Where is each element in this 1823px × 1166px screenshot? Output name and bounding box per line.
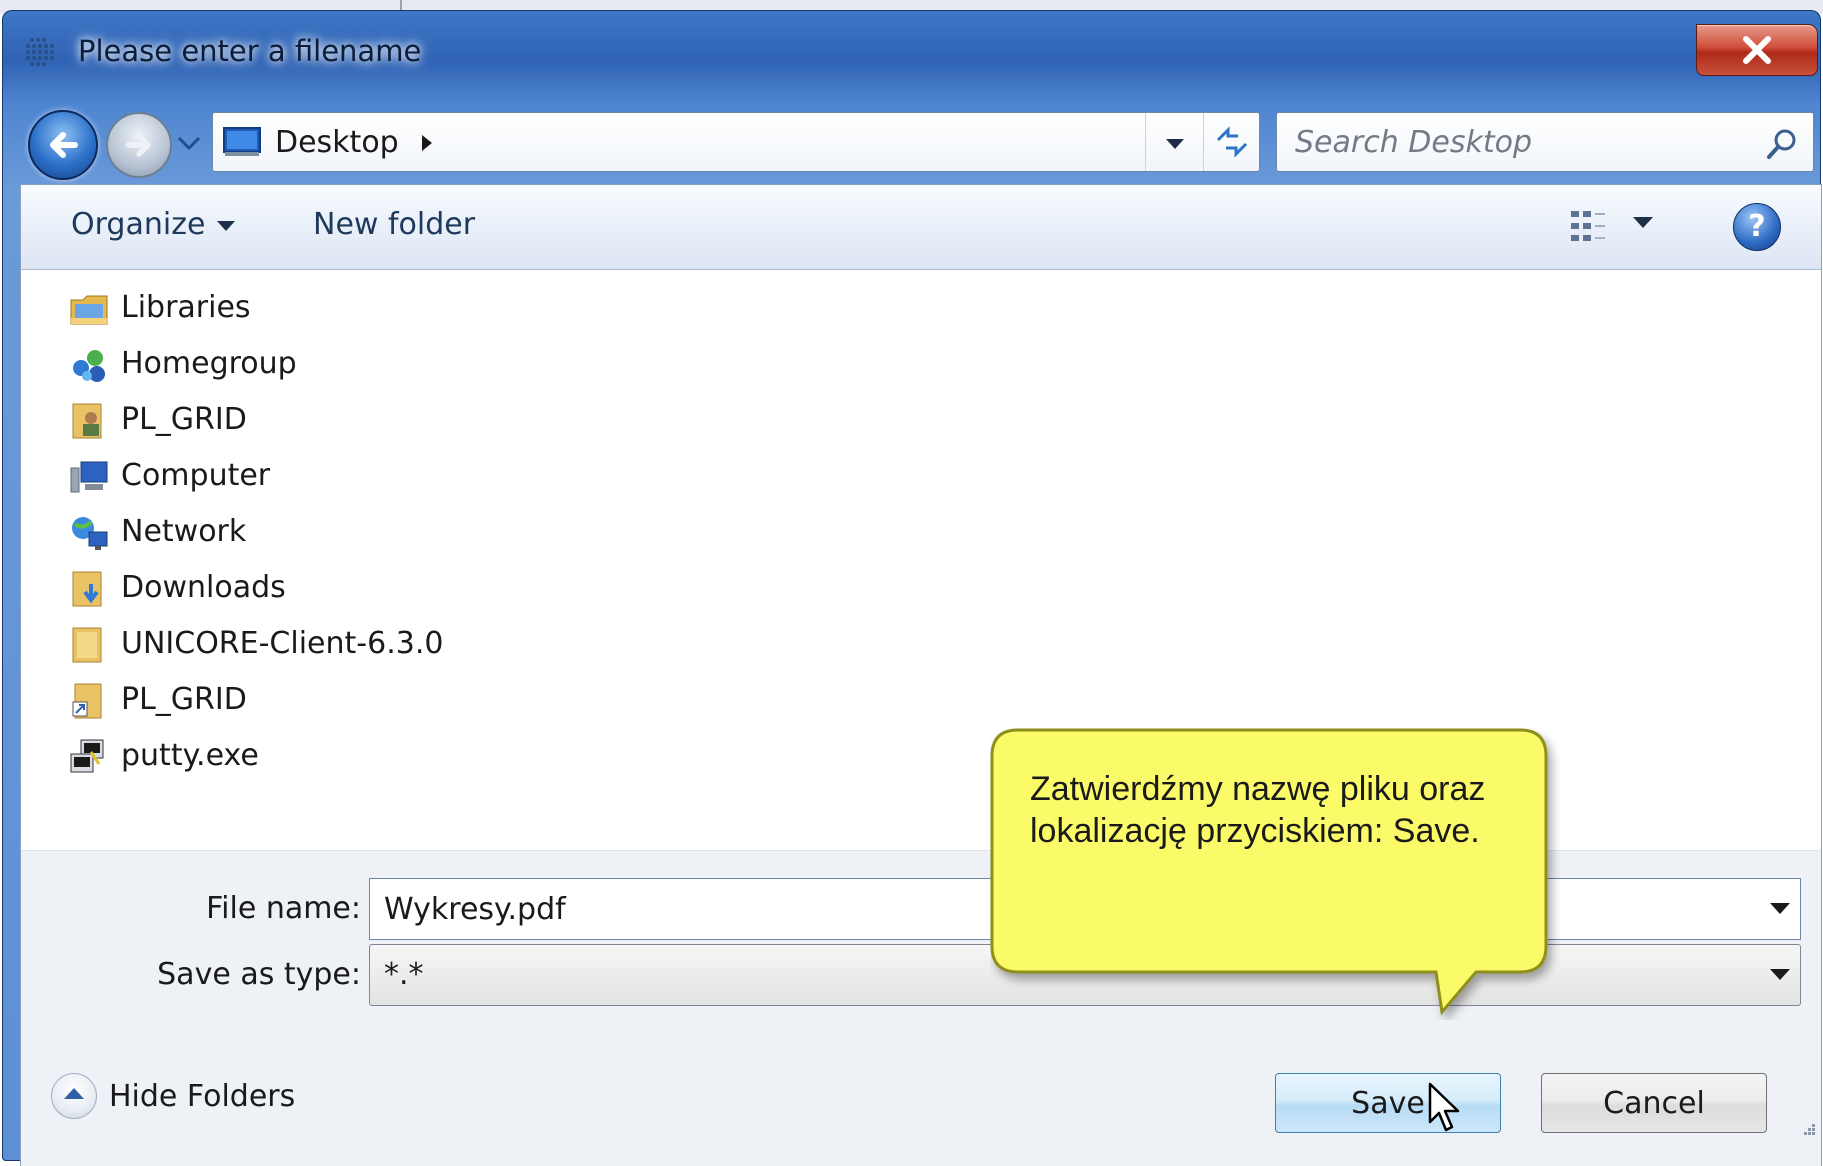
list-item[interactable]: Homegroup xyxy=(69,340,489,388)
homegroup-icon xyxy=(73,350,105,382)
file-label: Downloads xyxy=(121,570,286,605)
forward-arrow-icon xyxy=(125,133,151,157)
close-button[interactable] xyxy=(1696,24,1818,76)
recent-pages-dropdown[interactable] xyxy=(176,132,202,154)
save-button[interactable]: Save xyxy=(1275,1073,1501,1133)
new-folder-button[interactable]: New folder xyxy=(313,207,475,242)
address-bar[interactable]: Desktop xyxy=(212,112,1260,172)
list-item[interactable]: PL_GRID xyxy=(69,676,489,724)
forward-button[interactable] xyxy=(106,112,172,178)
back-arrow-icon xyxy=(50,132,78,158)
list-item[interactable]: putty.exe xyxy=(69,732,489,780)
putty-icon xyxy=(70,739,104,773)
file-name-dropdown-icon[interactable] xyxy=(1770,903,1790,914)
file-label: Libraries xyxy=(121,290,251,325)
search-icon[interactable] xyxy=(1765,127,1799,161)
views-dropdown-icon[interactable] xyxy=(1633,217,1653,228)
navigation-bar: Desktop xyxy=(2,100,1821,182)
file-label: putty.exe xyxy=(121,738,259,773)
title-bar[interactable]: Please enter a filename xyxy=(2,10,1821,98)
resize-grip-icon[interactable] xyxy=(1796,1120,1816,1140)
address-dropdown-button[interactable] xyxy=(1145,113,1202,171)
file-label: Homegroup xyxy=(121,346,297,381)
cancel-button[interactable]: Cancel xyxy=(1541,1073,1767,1133)
help-button[interactable]: ? xyxy=(1733,203,1781,251)
list-item[interactable]: PL_GRID xyxy=(69,396,489,444)
mouse-cursor-icon xyxy=(1428,1082,1460,1132)
file-name-label: File name: xyxy=(206,891,361,926)
hide-folders-button[interactable]: Hide Folders xyxy=(51,1073,311,1127)
back-button[interactable] xyxy=(28,110,98,180)
callout-text: Zatwierdźmy nazwę pliku oraz lokalizację… xyxy=(1030,770,1486,850)
window-title: Please enter a filename xyxy=(78,34,422,68)
computer-icon xyxy=(70,461,108,493)
shortcut-icon xyxy=(72,683,102,719)
search-input[interactable] xyxy=(1295,123,1735,161)
downloads-folder-icon xyxy=(72,571,102,607)
desktop-icon xyxy=(223,127,261,156)
save-as-type-dropdown-icon[interactable] xyxy=(1770,969,1790,980)
command-bar: Organize New folder ? xyxy=(21,185,1821,270)
list-item[interactable]: UNICORE-Client-6.3.0 xyxy=(69,620,489,668)
chevron-up-icon xyxy=(51,1073,97,1119)
tutorial-callout: Zatwierdźmy nazwę pliku oraz lokalizację… xyxy=(990,728,1560,1020)
file-label: PL_GRID xyxy=(121,402,247,437)
libraries-icon xyxy=(70,295,108,325)
organize-dropdown-icon xyxy=(217,220,236,231)
file-label: PL_GRID xyxy=(121,682,247,717)
user-folder-icon xyxy=(72,403,102,439)
file-label: Computer xyxy=(121,458,271,493)
organize-label: Organize xyxy=(71,207,206,242)
list-item[interactable]: Downloads xyxy=(69,564,489,612)
address-location[interactable]: Desktop xyxy=(275,125,399,160)
list-item[interactable]: Computer xyxy=(69,452,489,500)
refresh-icon xyxy=(1216,126,1248,158)
organize-button[interactable]: Organize xyxy=(71,207,236,242)
folder-icon xyxy=(72,627,102,663)
hide-folders-label: Hide Folders xyxy=(109,1079,296,1114)
app-icon xyxy=(26,38,54,66)
search-box[interactable] xyxy=(1276,112,1814,172)
save-as-type-value: *.* xyxy=(384,957,424,992)
save-as-type-label: Save as type: xyxy=(157,957,361,992)
desktop-divider xyxy=(400,0,402,10)
list-item[interactable]: Network xyxy=(69,508,489,556)
close-icon xyxy=(1743,36,1771,64)
refresh-button[interactable] xyxy=(1203,113,1260,171)
network-icon xyxy=(72,517,108,550)
breadcrumb-arrow-icon[interactable] xyxy=(419,133,435,153)
list-item[interactable]: Libraries xyxy=(69,284,489,332)
views-icon[interactable] xyxy=(1567,207,1611,247)
file-label: UNICORE-Client-6.3.0 xyxy=(121,626,444,661)
file-label: Network xyxy=(121,514,247,549)
